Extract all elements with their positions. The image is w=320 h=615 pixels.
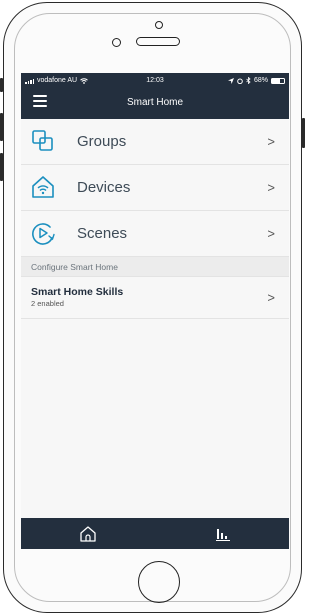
- chevron-right-icon: >: [267, 226, 275, 241]
- menu-item-label: Groups: [77, 133, 127, 150]
- chevron-right-icon: >: [267, 180, 275, 195]
- home-icon[interactable]: [79, 525, 97, 543]
- proximity-sensor: [112, 38, 121, 47]
- battery-percent: 68%: [253, 77, 268, 84]
- skills-title: Smart Home Skills: [31, 286, 124, 298]
- bottom-tab-bar: [21, 518, 289, 549]
- volume-down-button: [0, 153, 3, 181]
- scenes-icon: [32, 223, 55, 245]
- location-icon: [227, 77, 234, 84]
- status-bar: vodafone AU 12:03 68%: [21, 77, 289, 87]
- menu-item-scenes[interactable]: Scenes >: [21, 211, 289, 257]
- section-header-configure: Configure Smart Home: [21, 257, 289, 277]
- bluetooth-icon: [246, 77, 251, 84]
- chevron-right-icon: >: [267, 134, 275, 149]
- volume-up-button: [0, 113, 3, 141]
- power-button: [302, 118, 305, 148]
- skills-subtitle: 2 enabled: [31, 299, 64, 308]
- devices-icon: [32, 176, 54, 198]
- menu-item-devices[interactable]: Devices >: [21, 165, 289, 211]
- mute-switch: [0, 78, 3, 92]
- groups-icon: [32, 130, 53, 151]
- activity-icon[interactable]: [214, 525, 232, 543]
- menu-item-label: Devices: [77, 179, 131, 196]
- alarm-icon: [237, 78, 243, 84]
- battery-icon: [271, 77, 285, 84]
- smart-home-menu: Groups > Devices > Scenes >: [21, 119, 289, 257]
- chevron-right-icon: >: [267, 290, 275, 305]
- menu-item-label: Scenes: [77, 225, 128, 242]
- earpiece-speaker: [136, 37, 180, 46]
- front-camera: [155, 21, 163, 29]
- app-header: vodafone AU 12:03 68% Smart Home: [21, 73, 289, 119]
- page-title: Smart Home: [126, 97, 184, 108]
- smart-home-skills-item[interactable]: Smart Home Skills 2 enabled >: [21, 277, 289, 319]
- app-screen: vodafone AU 12:03 68% Smart Home Groups …: [21, 73, 289, 549]
- home-button[interactable]: [138, 561, 180, 603]
- menu-item-groups[interactable]: Groups >: [21, 119, 289, 165]
